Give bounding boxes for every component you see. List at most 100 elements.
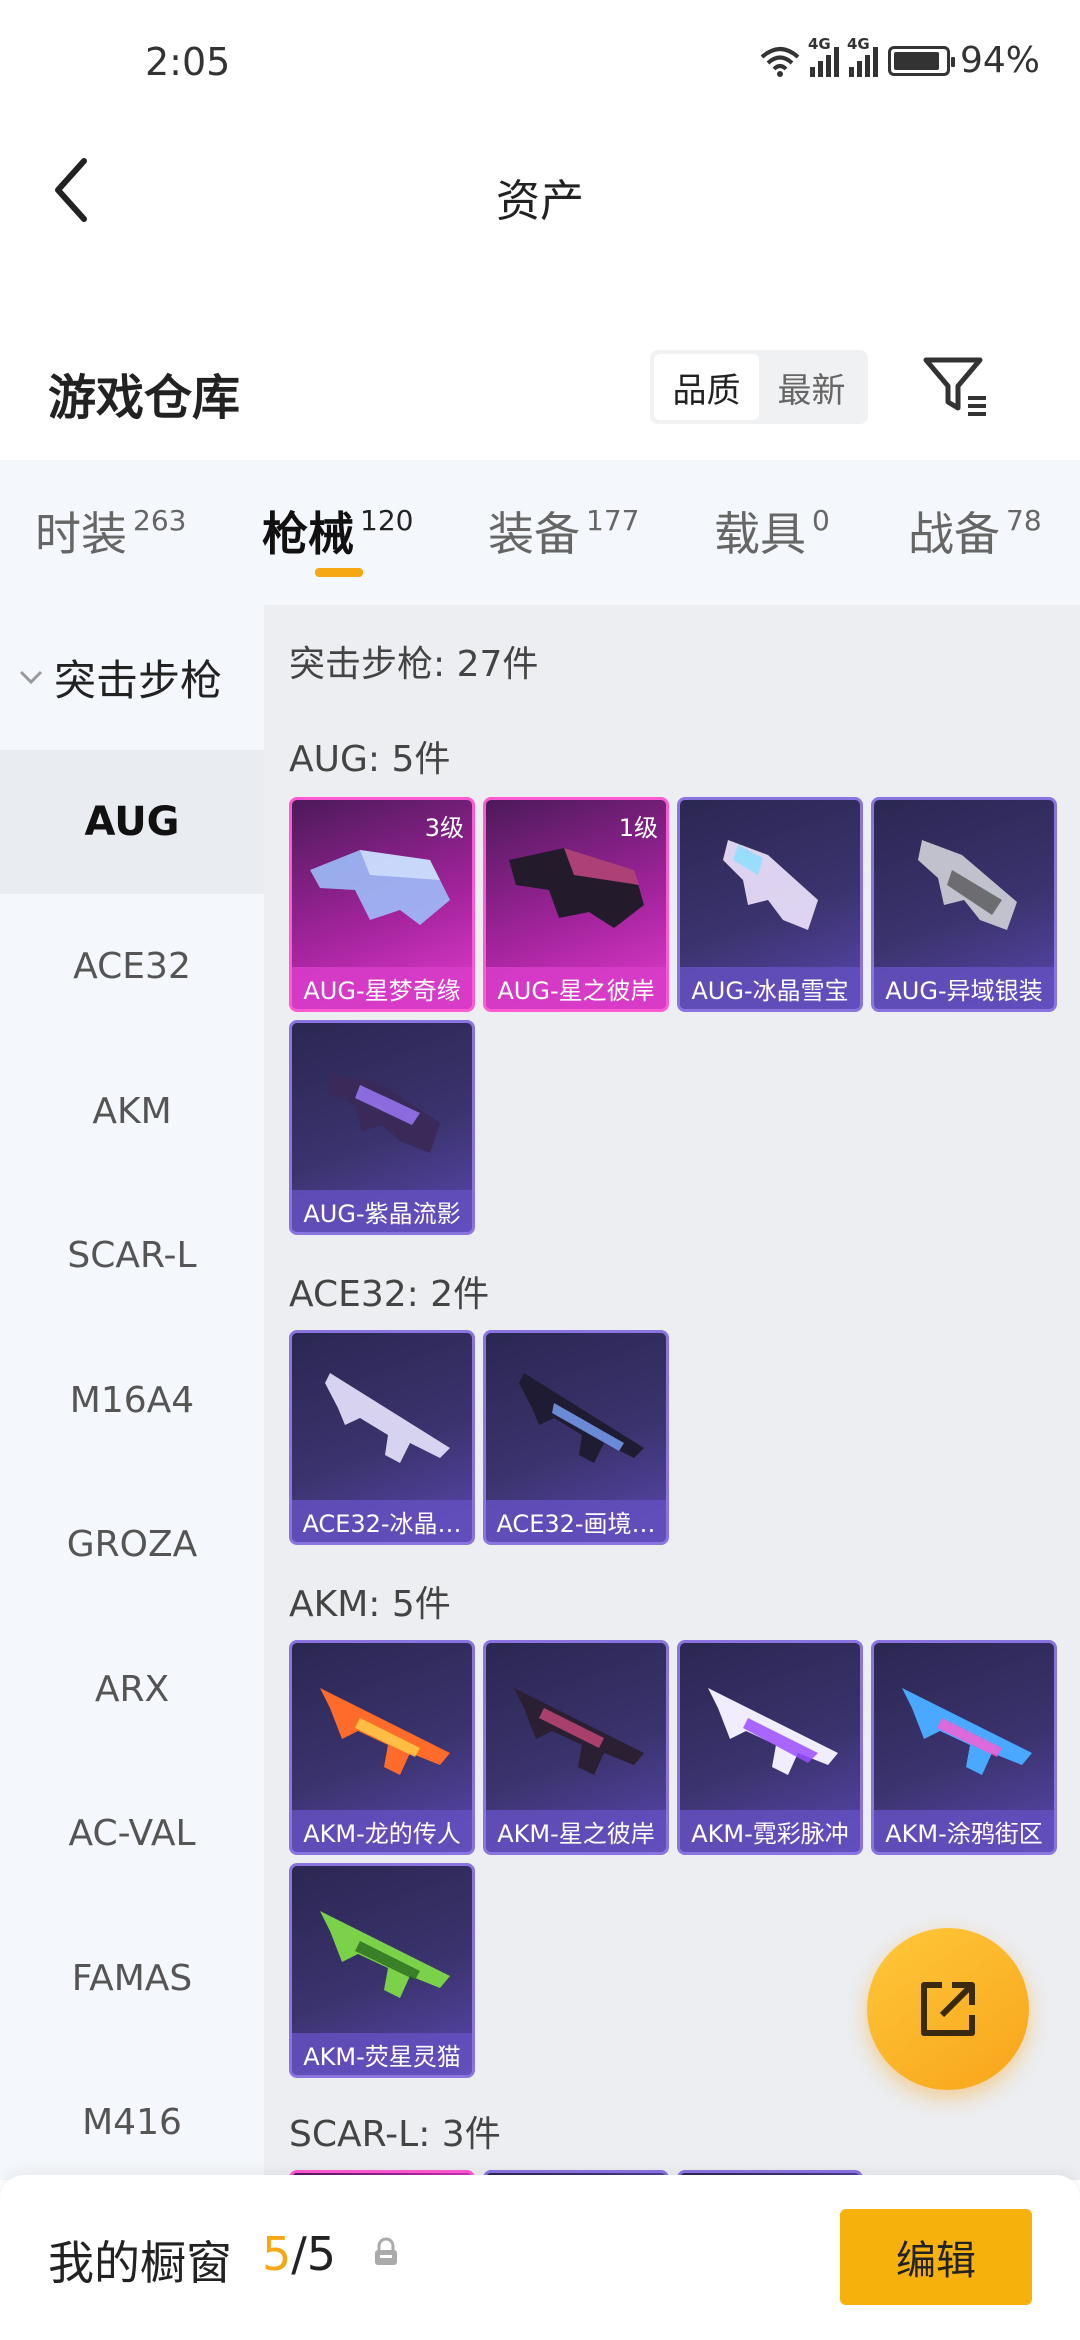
tab-vehicles-label: 载具 xyxy=(714,507,806,561)
weapon-icon xyxy=(902,1688,1032,1775)
tab-fashion-label: 时装 xyxy=(35,507,127,561)
sidebar-item-ac-val[interactable]: AC-VAL xyxy=(0,1761,264,1905)
battery-icon xyxy=(887,45,955,76)
status-time: 2:05 xyxy=(145,40,231,84)
weapon-icon xyxy=(320,1911,450,1998)
status-icons: 4G 4G 94% xyxy=(760,35,1040,81)
weapon-card[interactable]: AKM-荧星灵猫 xyxy=(289,1863,475,2078)
tab-equipment[interactable]: 装备 177 xyxy=(488,498,639,564)
weapon-icon xyxy=(328,1073,440,1153)
sidebar-item-scar-l[interactable]: SCAR-L xyxy=(0,1183,264,1327)
tab-fashion[interactable]: 时装 263 xyxy=(35,498,186,564)
sidebar-item-akm[interactable]: AKM xyxy=(0,1039,264,1183)
weapon-card[interactable]: AKM-星之彼岸 xyxy=(483,1640,669,1855)
level-badge: 3级 xyxy=(424,814,464,842)
weapon-icon xyxy=(918,840,1017,930)
showcase-label: 我的橱窗 xyxy=(48,2236,232,2290)
section-title-scar-l: SCAR-L: 3件 xyxy=(289,2114,501,2155)
sidebar-item-ace32[interactable]: ACE32 xyxy=(0,894,264,1038)
share-icon xyxy=(921,1982,975,2036)
weapon-name: AKM-荧星灵猫 xyxy=(292,2033,472,2075)
sidebar-group-label: 突击步枪 xyxy=(54,656,223,705)
weapon-card[interactable]: AKM-涂鸦街区 xyxy=(871,1640,1057,1855)
weapon-card[interactable]: AUG-异域银装 xyxy=(871,797,1057,1012)
tab-firearms-label: 枪械 xyxy=(262,507,354,561)
section-title-aug: AUG: 5件 xyxy=(289,739,451,780)
weapon-card[interactable]: 3级 AUG-星梦奇缘 xyxy=(289,797,475,1012)
weapon-name: AUG-星梦奇缘 xyxy=(292,967,472,1009)
battery-percent: 94% xyxy=(959,40,1040,81)
weapon-card[interactable]: AKM-龙的传人 xyxy=(289,1640,475,1855)
weapon-name: AKM-龙的传人 xyxy=(292,1810,472,1852)
sidebar-item-m416[interactable]: M416 xyxy=(0,2050,264,2194)
weapon-card[interactable]: AKM-霓彩脉冲 xyxy=(677,1640,863,1855)
weapon-icon xyxy=(320,1688,450,1775)
showcase-count: 5/5 xyxy=(262,2227,336,2281)
sidebar-item-m16a4[interactable]: M16A4 xyxy=(0,1328,264,1472)
weapon-name: AUG-星之彼岸 xyxy=(486,967,666,1009)
sidebar-item-arx[interactable]: ARX xyxy=(0,1617,264,1761)
section-title-ace32: ACE32: 2件 xyxy=(289,1274,490,1315)
share-button[interactable] xyxy=(867,1928,1029,2090)
weapon-icon xyxy=(310,850,450,925)
level-badge: 1级 xyxy=(618,814,658,842)
filter-button[interactable] xyxy=(920,350,990,420)
sidebar-item-famas[interactable]: FAMAS xyxy=(0,1906,264,2050)
sidebar-item-aug[interactable]: AUG xyxy=(0,750,264,894)
weapon-name: AUG-紫晶流影 xyxy=(292,1190,472,1232)
weapon-name: AUG-异域银装 xyxy=(874,967,1054,1009)
category-tabs: 时装 263 枪械 120 装备 177 载具 0 战备 78 xyxy=(0,460,1080,605)
weapon-icon xyxy=(325,1373,450,1463)
weapon-name: AUG-冰晶雪宝 xyxy=(680,967,860,1009)
weapon-card[interactable]: ACE32-画境… xyxy=(483,1330,669,1545)
chevron-down-icon xyxy=(19,670,43,684)
signal-icon-2: 4G xyxy=(847,35,878,77)
tab-equipment-count: 177 xyxy=(586,504,640,537)
weapon-icon xyxy=(708,1688,838,1775)
active-tab-indicator xyxy=(315,568,363,577)
weapon-name: AKM-涂鸦街区 xyxy=(874,1810,1054,1852)
section-title-akm: AKM: 5件 xyxy=(289,1584,451,1625)
page-title: 资产 xyxy=(496,176,584,227)
weapon-icon xyxy=(519,1373,644,1463)
weapon-sidebar: 突击步枪 AUG ACE32 AKM SCAR-L M16A4 GROZA AR… xyxy=(0,605,264,2180)
tab-firearms[interactable]: 枪械 120 xyxy=(262,498,413,564)
weapon-card[interactable]: 1级 AUG-星之彼岸 xyxy=(483,797,669,1012)
tab-supplies-count: 78 xyxy=(1006,504,1042,537)
weapon-icon xyxy=(723,840,818,930)
tab-vehicles-count: 0 xyxy=(812,504,830,537)
weapon-icon xyxy=(509,848,644,928)
tab-firearms-count: 120 xyxy=(360,504,414,537)
tab-supplies-label: 战备 xyxy=(908,507,1000,561)
showcase-total: /5 xyxy=(291,2227,337,2281)
category-summary: 突击步枪: 27件 xyxy=(289,644,539,685)
signal-icon: 4G xyxy=(808,35,839,77)
lock-icon xyxy=(375,2237,397,2265)
network-type-label: 4G xyxy=(807,34,831,53)
sort-toggle: 品质 最新 xyxy=(650,350,868,424)
sidebar-item-groza[interactable]: GROZA xyxy=(0,1472,264,1616)
showcase-bar: 我的橱窗 5/5 编辑 xyxy=(0,2175,1080,2340)
tab-fashion-count: 263 xyxy=(133,504,187,537)
weapon-card[interactable]: ACE32-冰晶… xyxy=(289,1330,475,1545)
network-type-label-2: 4G xyxy=(846,34,870,53)
weapon-name: ACE32-画境… xyxy=(486,1500,666,1542)
weapon-name: ACE32-冰晶… xyxy=(292,1500,472,1542)
status-bar: 2:05 4G 4G 94% xyxy=(0,0,1080,135)
weapon-icon xyxy=(514,1688,644,1775)
showcase-current: 5 xyxy=(262,2227,292,2281)
tab-supplies[interactable]: 战备 78 xyxy=(908,498,1042,564)
edit-button[interactable]: 编辑 xyxy=(840,2209,1032,2305)
tab-vehicles[interactable]: 载具 0 xyxy=(714,498,830,564)
warehouse-title: 游戏仓库 xyxy=(48,370,241,426)
weapon-name: AKM-星之彼岸 xyxy=(486,1810,666,1852)
weapon-card[interactable]: AUG-紫晶流影 xyxy=(289,1020,475,1235)
sidebar-group-assault-rifle[interactable]: 突击步枪 xyxy=(0,605,264,750)
wifi-icon xyxy=(760,46,800,77)
tab-equipment-label: 装备 xyxy=(488,507,580,561)
weapon-name: AKM-霓彩脉冲 xyxy=(680,1810,860,1852)
filter-icon xyxy=(923,357,986,416)
sort-newest-option[interactable]: 最新 xyxy=(759,354,864,420)
sort-quality-option[interactable]: 品质 xyxy=(654,354,759,420)
weapon-card[interactable]: AUG-冰晶雪宝 xyxy=(677,797,863,1012)
